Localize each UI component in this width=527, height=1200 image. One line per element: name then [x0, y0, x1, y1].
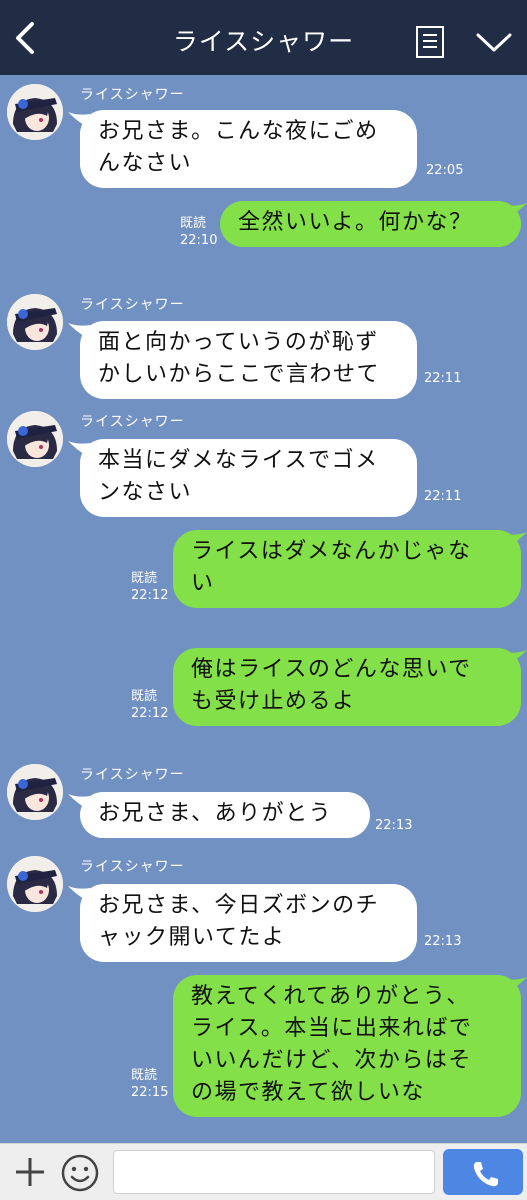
- smiley-icon[interactable]: [60, 1153, 100, 1193]
- message-time: 22:13: [424, 934, 462, 949]
- sender-name: ライスシャワー: [80, 414, 185, 430]
- incoming-message-bubble[interactable]: お兄さま、今日ズボンのチ ャック開いてたよ: [80, 884, 417, 962]
- sender-name: ライスシャワー: [80, 297, 185, 313]
- message-time: 22:11: [424, 489, 462, 504]
- read-label: 既読: [131, 571, 158, 586]
- avatar[interactable]: [7, 84, 63, 140]
- message-time: 22:11: [424, 371, 462, 386]
- message-line: お兄さま。こんな夜にごめ: [98, 119, 379, 144]
- avatar[interactable]: [7, 764, 63, 820]
- incoming-message-bubble[interactable]: 本当にダメなライスでゴメ ンなさい: [80, 439, 417, 517]
- message-line: の場で教えて欲しいな: [191, 1080, 425, 1105]
- message-line: い: [191, 571, 215, 596]
- sender-name: ライスシャワー: [80, 87, 185, 103]
- message-line: も受け止めるよ: [191, 689, 356, 714]
- outgoing-message-bubble[interactable]: 俺はライスのどんな思いで も受け止めるよ: [173, 648, 521, 726]
- message-line: んなさい: [98, 151, 193, 176]
- message-line: 教えてくれてありがとう、: [191, 984, 470, 1009]
- message-time: 22:12: [131, 706, 169, 721]
- sender-name: ライスシャワー: [80, 767, 185, 783]
- chevron-down-icon[interactable]: [474, 30, 514, 54]
- message-time: 22:13: [375, 818, 413, 833]
- notes-icon[interactable]: [415, 25, 447, 59]
- incoming-message-bubble[interactable]: お兄さま、ありがとう: [80, 792, 370, 838]
- outgoing-message-bubble[interactable]: 全然いいよ。何かな？: [220, 201, 521, 247]
- avatar[interactable]: [7, 856, 63, 912]
- message-line: お兄さま、今日ズボンのチ: [98, 893, 380, 918]
- bubble-tail: [505, 532, 527, 548]
- message-time: 22:10: [180, 233, 218, 248]
- message-line: いいんだけど、次からはそ: [191, 1048, 472, 1073]
- incoming-message-bubble[interactable]: 面と向かっていうのが恥ず かしいからここで言わせて: [80, 321, 417, 399]
- bubble-tail: [505, 977, 527, 993]
- message-time: 22:15: [131, 1085, 169, 1100]
- sender-name: ライスシャワー: [80, 859, 185, 875]
- plus-icon[interactable]: [12, 1154, 48, 1190]
- message-line: ンなさい: [98, 480, 193, 505]
- message-line: ライスはダメなんかじゃな: [191, 539, 472, 564]
- input-bar: [0, 1143, 527, 1200]
- phone-icon: [473, 1162, 498, 1187]
- read-label: 既読: [131, 1068, 158, 1083]
- message-line: 面と向かっていうのが恥ず: [98, 330, 379, 355]
- incoming-message-bubble[interactable]: お兄さま。こんな夜にごめ んなさい: [80, 110, 417, 188]
- read-receipt: 既読 22:12: [131, 570, 168, 604]
- chat-header: ライスシャワー: [0, 0, 527, 75]
- message-input[interactable]: [113, 1150, 435, 1194]
- read-receipt: 既読 22:10: [180, 215, 217, 249]
- read-receipt: 既読 22:15: [131, 1067, 168, 1101]
- outgoing-message-bubble[interactable]: 教えてくれてありがとう、 ライス。本当に出来ればで いいんだけど、次からはそ の場で教…: [173, 975, 521, 1117]
- message-line: 本当にダメなライスでゴメ: [98, 448, 379, 473]
- message-line: 全然いいよ。何かな？: [238, 210, 473, 235]
- bubble-tail: [505, 650, 527, 666]
- message-line: 俺はライスのどんな思いで: [191, 657, 472, 682]
- avatar[interactable]: [7, 411, 63, 467]
- read-label: 既読: [131, 689, 158, 704]
- outgoing-message-bubble[interactable]: ライスはダメなんかじゃない: [173, 530, 521, 608]
- message-line: お兄さま、ありがとう: [98, 801, 333, 826]
- message-line: ライス。本当に出来ればで: [191, 1016, 473, 1041]
- avatar[interactable]: [7, 294, 63, 350]
- chat-title: ライスシャワー: [172, 27, 355, 56]
- bubble-tail: [505, 203, 527, 219]
- message-line: かしいからここで言わせて: [98, 362, 381, 387]
- call-button[interactable]: [443, 1149, 523, 1195]
- read-receipt: 既読 22:12: [131, 688, 168, 722]
- message-time: 22:12: [131, 588, 169, 603]
- message-time: 22:05: [426, 163, 464, 178]
- message-line: ャック開いてたよ: [98, 925, 286, 950]
- read-label: 既読: [180, 216, 207, 231]
